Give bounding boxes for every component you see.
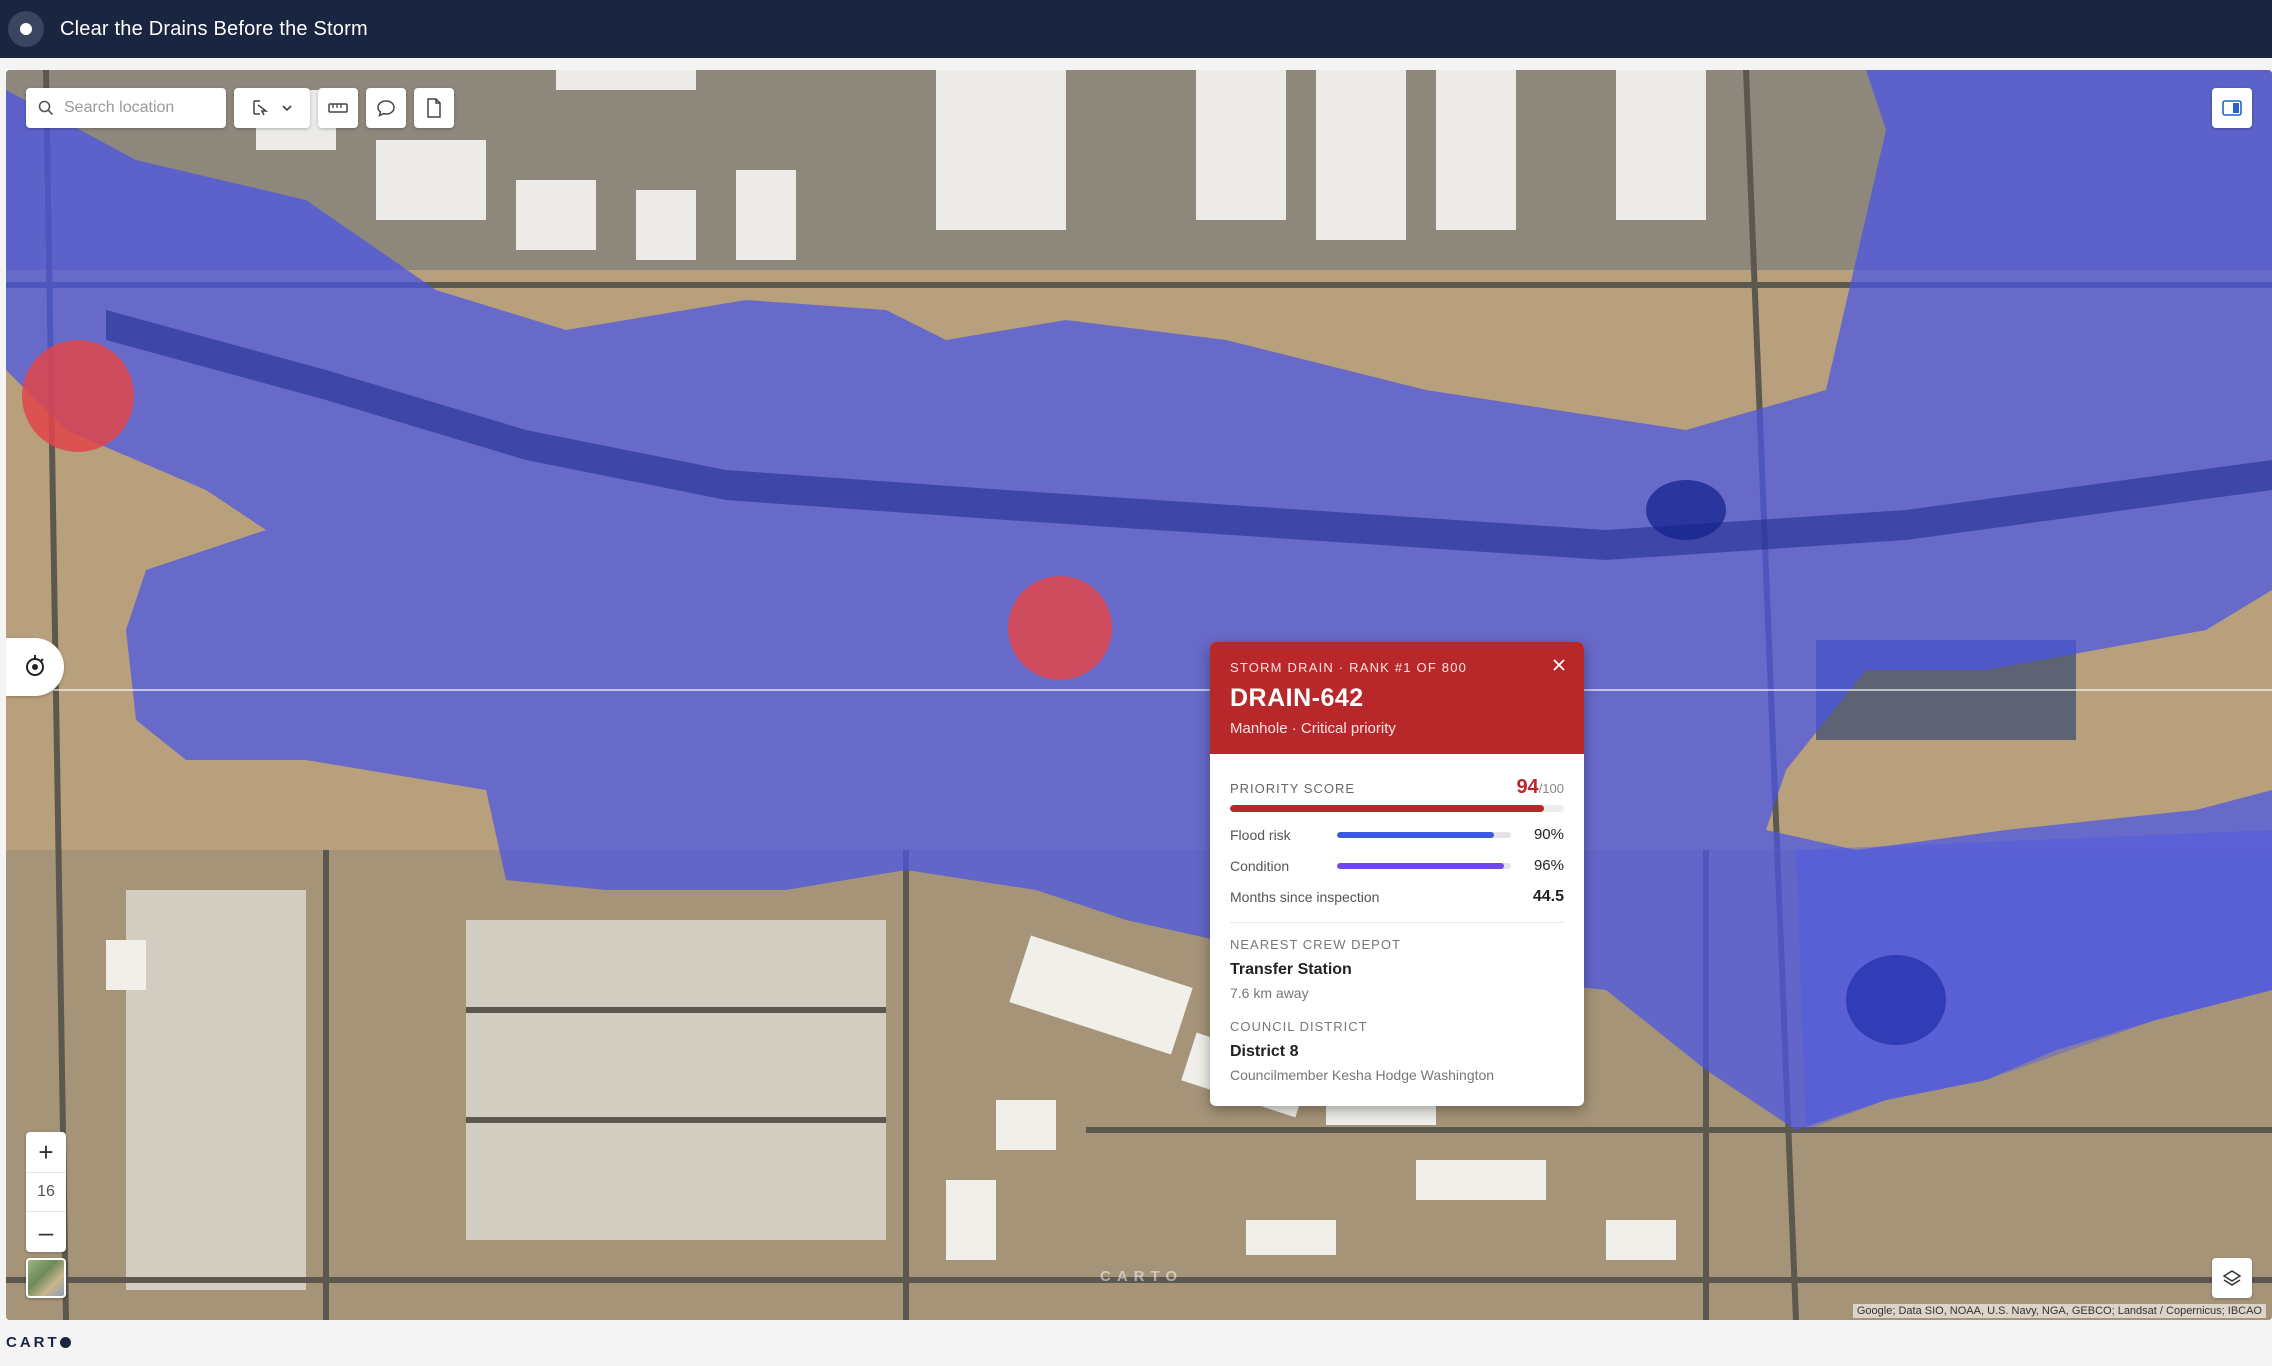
map-attribution: Google; Data SIO, NOAA, U.S. Navy, NGA, … xyxy=(1852,1304,2266,1318)
carto-watermark: CARTO xyxy=(1100,1268,1184,1285)
map-toolbar xyxy=(26,88,454,128)
depot-name: Transfer Station xyxy=(1230,961,1352,978)
map-canvas[interactable]: CARTO + 16 – Google; Data SIO xyxy=(6,70,2272,1320)
sidebar-icon xyxy=(2222,100,2242,116)
geolocate-button[interactable] xyxy=(6,638,64,696)
comment-icon xyxy=(377,100,395,117)
popup-header: STORM DRAIN · RANK #1 OF 800 DRAIN-642 M… xyxy=(1210,642,1584,754)
panel-toggle-button[interactable] xyxy=(2212,88,2252,128)
app-logo-icon[interactable] xyxy=(8,11,44,47)
comment-button[interactable] xyxy=(366,88,406,128)
priority-score-denominator: /100 xyxy=(1538,781,1564,796)
document-icon xyxy=(427,98,441,118)
zoom-in-button[interactable]: + xyxy=(26,1132,66,1172)
satellite-basemap xyxy=(6,70,2272,1320)
district-member: Councilmember Kesha Hodge Washington xyxy=(1230,1067,1495,1083)
metric-label: Flood risk xyxy=(1230,826,1291,843)
metric-value: 96% xyxy=(1533,857,1564,874)
metric-months-since-inspection: Months since inspection 44.5 xyxy=(1230,888,1564,906)
measure-button[interactable] xyxy=(318,88,358,128)
footer: CART xyxy=(0,1320,2272,1366)
priority-score-bar xyxy=(1230,805,1564,812)
depot-label: NEAREST CREW DEPOT xyxy=(1230,937,1401,952)
select-icon xyxy=(253,100,269,116)
popup-body: PRIORITY SCORE 94/100 Flood risk 90% Con… xyxy=(1210,754,1584,1083)
metric-value: 44.5 xyxy=(1532,888,1564,905)
close-icon xyxy=(1553,659,1565,671)
chevron-down-icon xyxy=(282,105,292,112)
metric-fill xyxy=(1337,862,1505,869)
zoom-out-button[interactable]: – xyxy=(26,1212,66,1252)
drain-popup: STORM DRAIN · RANK #1 OF 800 DRAIN-642 M… xyxy=(1210,642,1584,1106)
metric-value: 90% xyxy=(1533,826,1564,843)
drain-marker[interactable] xyxy=(22,340,134,452)
depot-distance: 7.6 km away xyxy=(1230,985,1309,1001)
priority-score-fill xyxy=(1230,805,1544,812)
layers-icon xyxy=(2222,1270,2242,1286)
app-header: Clear the Drains Before the Storm xyxy=(0,0,2272,58)
metric-label: Condition xyxy=(1230,857,1290,874)
search-box[interactable] xyxy=(26,88,226,128)
priority-score-value: 94 xyxy=(1516,776,1539,798)
carto-logo-dot-icon xyxy=(59,1337,71,1348)
popup-kicker: STORM DRAIN · RANK #1 OF 800 xyxy=(1230,660,1468,675)
search-icon xyxy=(38,100,54,116)
locate-icon xyxy=(26,655,44,676)
ruler-icon xyxy=(328,103,348,113)
priority-score-label: PRIORITY SCORE xyxy=(1230,781,1356,796)
metric-track xyxy=(1337,831,1511,838)
metric-flood-risk: Flood risk 90% xyxy=(1230,826,1564,843)
drain-marker-642[interactable] xyxy=(1008,576,1112,680)
popup-close-button[interactable] xyxy=(1548,654,1570,676)
metric-track xyxy=(1337,862,1511,869)
popup-title: DRAIN-642 xyxy=(1230,684,1364,712)
metric-condition: Condition 96% xyxy=(1230,857,1564,874)
search-input[interactable] xyxy=(64,99,214,117)
metric-label: Months since inspection xyxy=(1230,889,1380,905)
carto-logo-text: CART xyxy=(6,1334,60,1351)
basemap-switcher[interactable] xyxy=(26,1258,66,1298)
report-button[interactable] xyxy=(414,88,454,128)
priority-score-row: PRIORITY SCORE 94/100 xyxy=(1230,776,1564,799)
zoom-level: 16 xyxy=(26,1172,66,1212)
zoom-control: + 16 – xyxy=(26,1132,66,1252)
district-label: COUNCIL DISTRICT xyxy=(1230,1019,1368,1034)
popup-divider xyxy=(1230,922,1564,923)
district-name: District 8 xyxy=(1230,1043,1299,1060)
carto-logo[interactable]: CART xyxy=(6,1334,71,1351)
popup-subtitle: Manhole · Critical priority xyxy=(1230,720,1396,737)
metric-fill xyxy=(1337,831,1494,838)
app-title: Clear the Drains Before the Storm xyxy=(60,17,368,40)
select-tool-button[interactable] xyxy=(234,88,310,128)
layers-button[interactable] xyxy=(2212,1258,2252,1298)
